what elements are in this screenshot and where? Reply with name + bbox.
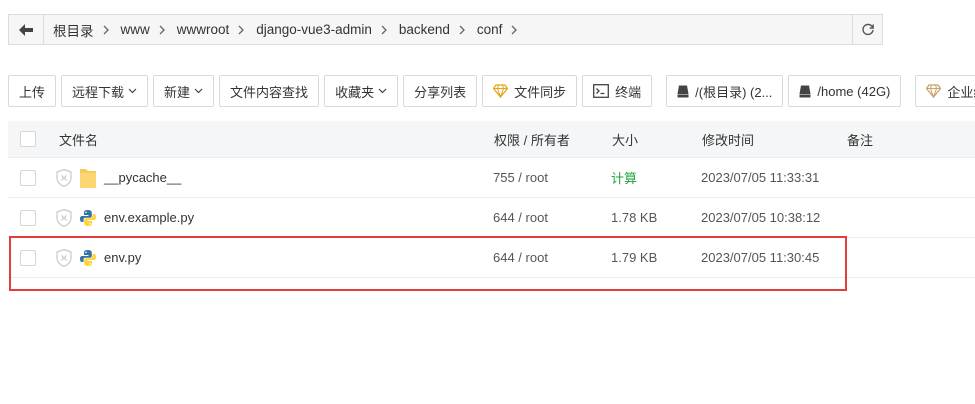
- file-perm[interactable]: 755 / root: [485, 170, 603, 185]
- file-size: 1.79 KB: [611, 250, 658, 265]
- row-checkbox[interactable]: [20, 209, 36, 226]
- row-checkbox[interactable]: [20, 169, 36, 186]
- header-perm[interactable]: 权限 / 所有者: [485, 121, 603, 158]
- back-button[interactable]: [9, 15, 44, 44]
- file-table: 文件名 权限 / 所有者 大小 修改时间 备注 __pycache__ 755 …: [8, 121, 975, 278]
- breadcrumb-item-conf[interactable]: conf: [477, 22, 503, 37]
- chevron-right-icon: [511, 25, 518, 35]
- breadcrumb-item-backend[interactable]: backend: [399, 22, 450, 37]
- breadcrumb-item-www[interactable]: www: [121, 22, 150, 37]
- chevron-down-icon: [128, 88, 137, 94]
- chevron-right-icon: [159, 25, 165, 35]
- breadcrumb-item-wwwroot[interactable]: wwwroot: [177, 22, 230, 37]
- folder-icon: [78, 167, 98, 189]
- terminal-icon: [593, 84, 610, 98]
- header-mtime-label: 修改时间: [702, 132, 755, 148]
- disk-icon: [799, 85, 811, 98]
- favorites-label: 收藏夹: [335, 84, 375, 100]
- disk-home-button[interactable]: /home (42G): [788, 75, 902, 107]
- chevron-down-icon: [194, 88, 203, 94]
- share-list-label: 分享列表: [414, 84, 467, 100]
- file-mtime: 2023/07/05 11:30:45: [701, 250, 820, 265]
- header-note: 备注: [838, 121, 975, 158]
- share-list-button[interactable]: 分享列表: [403, 75, 478, 107]
- table-row[interactable]: env.py 644 / root 1.79 KB 2023/07/05 11:…: [8, 238, 975, 278]
- refresh-icon: [861, 23, 874, 35]
- calculate-size-link[interactable]: 计算: [611, 171, 637, 186]
- header-name[interactable]: 文件名: [50, 121, 485, 158]
- file-mtime: 2023/07/05 11:33:31: [701, 170, 820, 185]
- favorites-button[interactable]: 收藏夹: [324, 75, 399, 107]
- header-mtime[interactable]: 修改时间: [693, 121, 838, 158]
- table-row[interactable]: __pycache__ 755 / root 计算 2023/07/05 11:…: [8, 158, 975, 198]
- shield-icon[interactable]: [54, 208, 74, 228]
- content-search-label: 文件内容查找: [230, 84, 309, 100]
- file-name[interactable]: __pycache__: [104, 170, 181, 185]
- chevron-right-icon: [103, 25, 109, 35]
- breadcrumb-item-root[interactable]: 根目录: [53, 20, 94, 40]
- disk-root-label: /(根目录) (2...: [695, 84, 773, 100]
- upload-label: 上传: [19, 84, 46, 100]
- python-file-icon: [78, 247, 98, 269]
- chevron-right-icon: [381, 25, 387, 35]
- gem-icon: [926, 84, 942, 98]
- file-sync-button[interactable]: 文件同步: [482, 75, 578, 107]
- toolbar: 上传 远程下载 新建 文件内容查找 收藏夹 分享列表 文件同步 终端 /(根目录…: [8, 75, 975, 107]
- remote-download-label: 远程下载: [72, 84, 125, 100]
- terminal-button[interactable]: 终端: [582, 75, 653, 107]
- address-bar: 根目录 www wwwroot django-vue3-admin backen…: [8, 14, 883, 45]
- chevron-right-icon: [459, 25, 465, 35]
- chevron-down-icon: [378, 88, 387, 94]
- upload-button[interactable]: 上传: [8, 75, 57, 107]
- terminal-label: 终端: [615, 84, 642, 100]
- row-checkbox[interactable]: [20, 249, 36, 266]
- enterprise-button[interactable]: 企业级防: [915, 75, 975, 107]
- file-mtime: 2023/07/05 10:38:12: [701, 210, 821, 225]
- header-perm-label: 权限 / 所有者: [494, 132, 570, 148]
- chevron-right-icon: [238, 25, 245, 35]
- python-file-icon: [78, 207, 98, 229]
- header-size-label: 大小: [612, 132, 639, 148]
- remote-download-button[interactable]: 远程下载: [61, 75, 149, 107]
- breadcrumb: 根目录 www wwwroot django-vue3-admin backen…: [44, 15, 852, 44]
- file-name[interactable]: env.example.py: [104, 210, 194, 225]
- arrow-left-icon: [19, 23, 33, 36]
- shield-icon[interactable]: [54, 168, 74, 188]
- table-row[interactable]: env.example.py 644 / root 1.78 KB 2023/0…: [8, 198, 975, 238]
- new-button[interactable]: 新建: [153, 75, 215, 107]
- header-size[interactable]: 大小: [603, 121, 693, 158]
- select-all-checkbox[interactable]: [20, 131, 36, 147]
- disk-icon: [677, 85, 689, 98]
- file-size: 1.78 KB: [611, 210, 658, 225]
- diamond-icon: [493, 84, 509, 98]
- refresh-button[interactable]: [852, 15, 882, 44]
- header-note-label: 备注: [847, 132, 874, 148]
- file-perm[interactable]: 644 / root: [485, 250, 603, 265]
- file-name[interactable]: env.py: [104, 250, 141, 265]
- new-label: 新建: [164, 84, 191, 100]
- enterprise-label: 企业级防: [947, 84, 975, 100]
- file-sync-label: 文件同步: [514, 84, 567, 100]
- content-search-button[interactable]: 文件内容查找: [219, 75, 320, 107]
- table-header: 文件名 权限 / 所有者 大小 修改时间 备注: [8, 121, 975, 158]
- disk-root-button[interactable]: /(根目录) (2...: [666, 75, 784, 107]
- disk-home-label: /home (42G): [817, 83, 891, 99]
- breadcrumb-item-django-vue3-admin[interactable]: django-vue3-admin: [256, 22, 372, 37]
- shield-icon[interactable]: [54, 248, 74, 268]
- file-perm[interactable]: 644 / root: [485, 210, 603, 225]
